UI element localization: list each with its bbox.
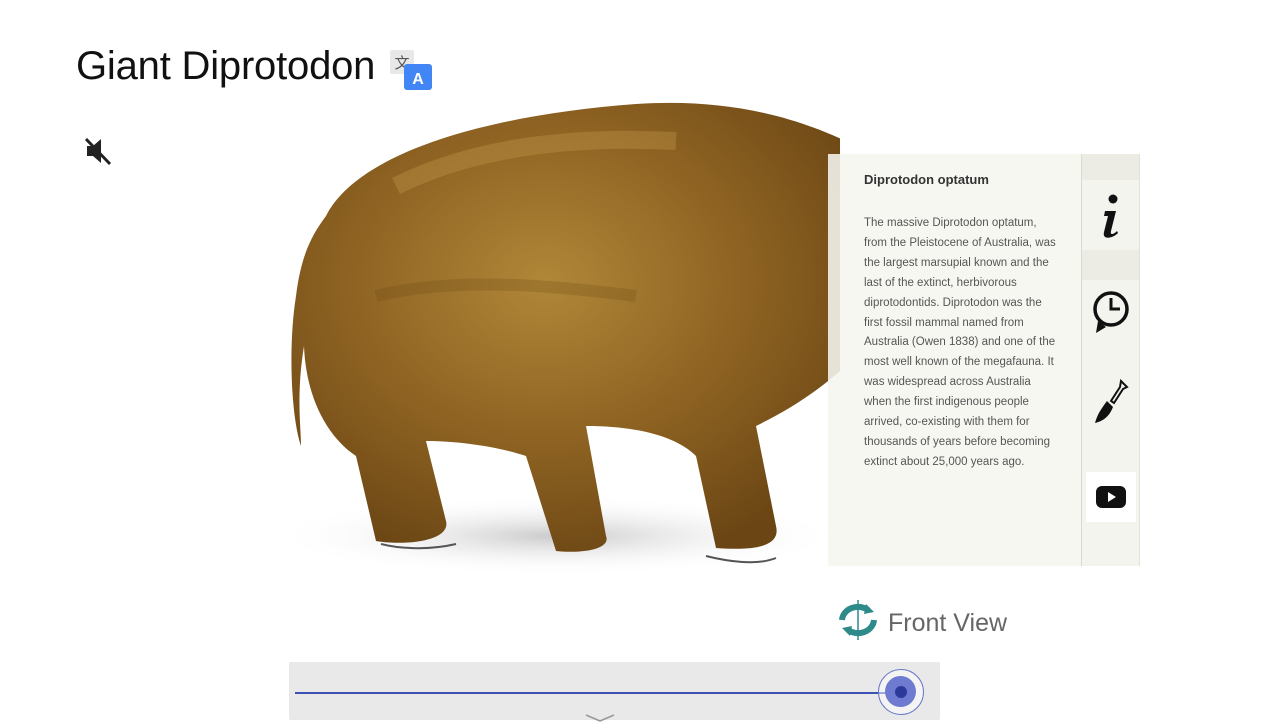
rotation-slider[interactable] [289, 662, 940, 722]
toolbar-band [1082, 154, 1139, 180]
view-toggle[interactable]: Front View [836, 598, 1007, 649]
slider-thumb-fill [885, 676, 916, 707]
info-icon[interactable] [1086, 191, 1136, 241]
slider-thumb[interactable] [878, 669, 924, 715]
shovel-icon[interactable] [1086, 376, 1136, 426]
side-toolbar [1081, 154, 1140, 566]
toolbar-band [1082, 250, 1139, 280]
info-panel: Diprotodon optatum The massive Diprotodo… [828, 154, 1082, 566]
clock-history-icon[interactable] [1086, 288, 1136, 338]
diprotodon-model-image[interactable] [256, 96, 856, 582]
slider-track[interactable] [295, 692, 901, 694]
translate-icon[interactable]: 文 A [390, 50, 432, 90]
species-description: The massive Diprotodon optatum, from the… [864, 217, 1056, 468]
youtube-icon[interactable] [1086, 472, 1136, 522]
chevron-down-icon[interactable] [585, 714, 615, 722]
species-heading: Diprotodon optatum [864, 172, 989, 187]
slider-thumb-dot [894, 685, 907, 698]
svg-text:A: A [412, 71, 424, 88]
view-label: Front View [888, 609, 1008, 637]
speaker-muted-icon[interactable] [82, 134, 116, 168]
page-title: Giant Diprotodon [76, 44, 376, 88]
rotate-view-icon [836, 598, 880, 649]
